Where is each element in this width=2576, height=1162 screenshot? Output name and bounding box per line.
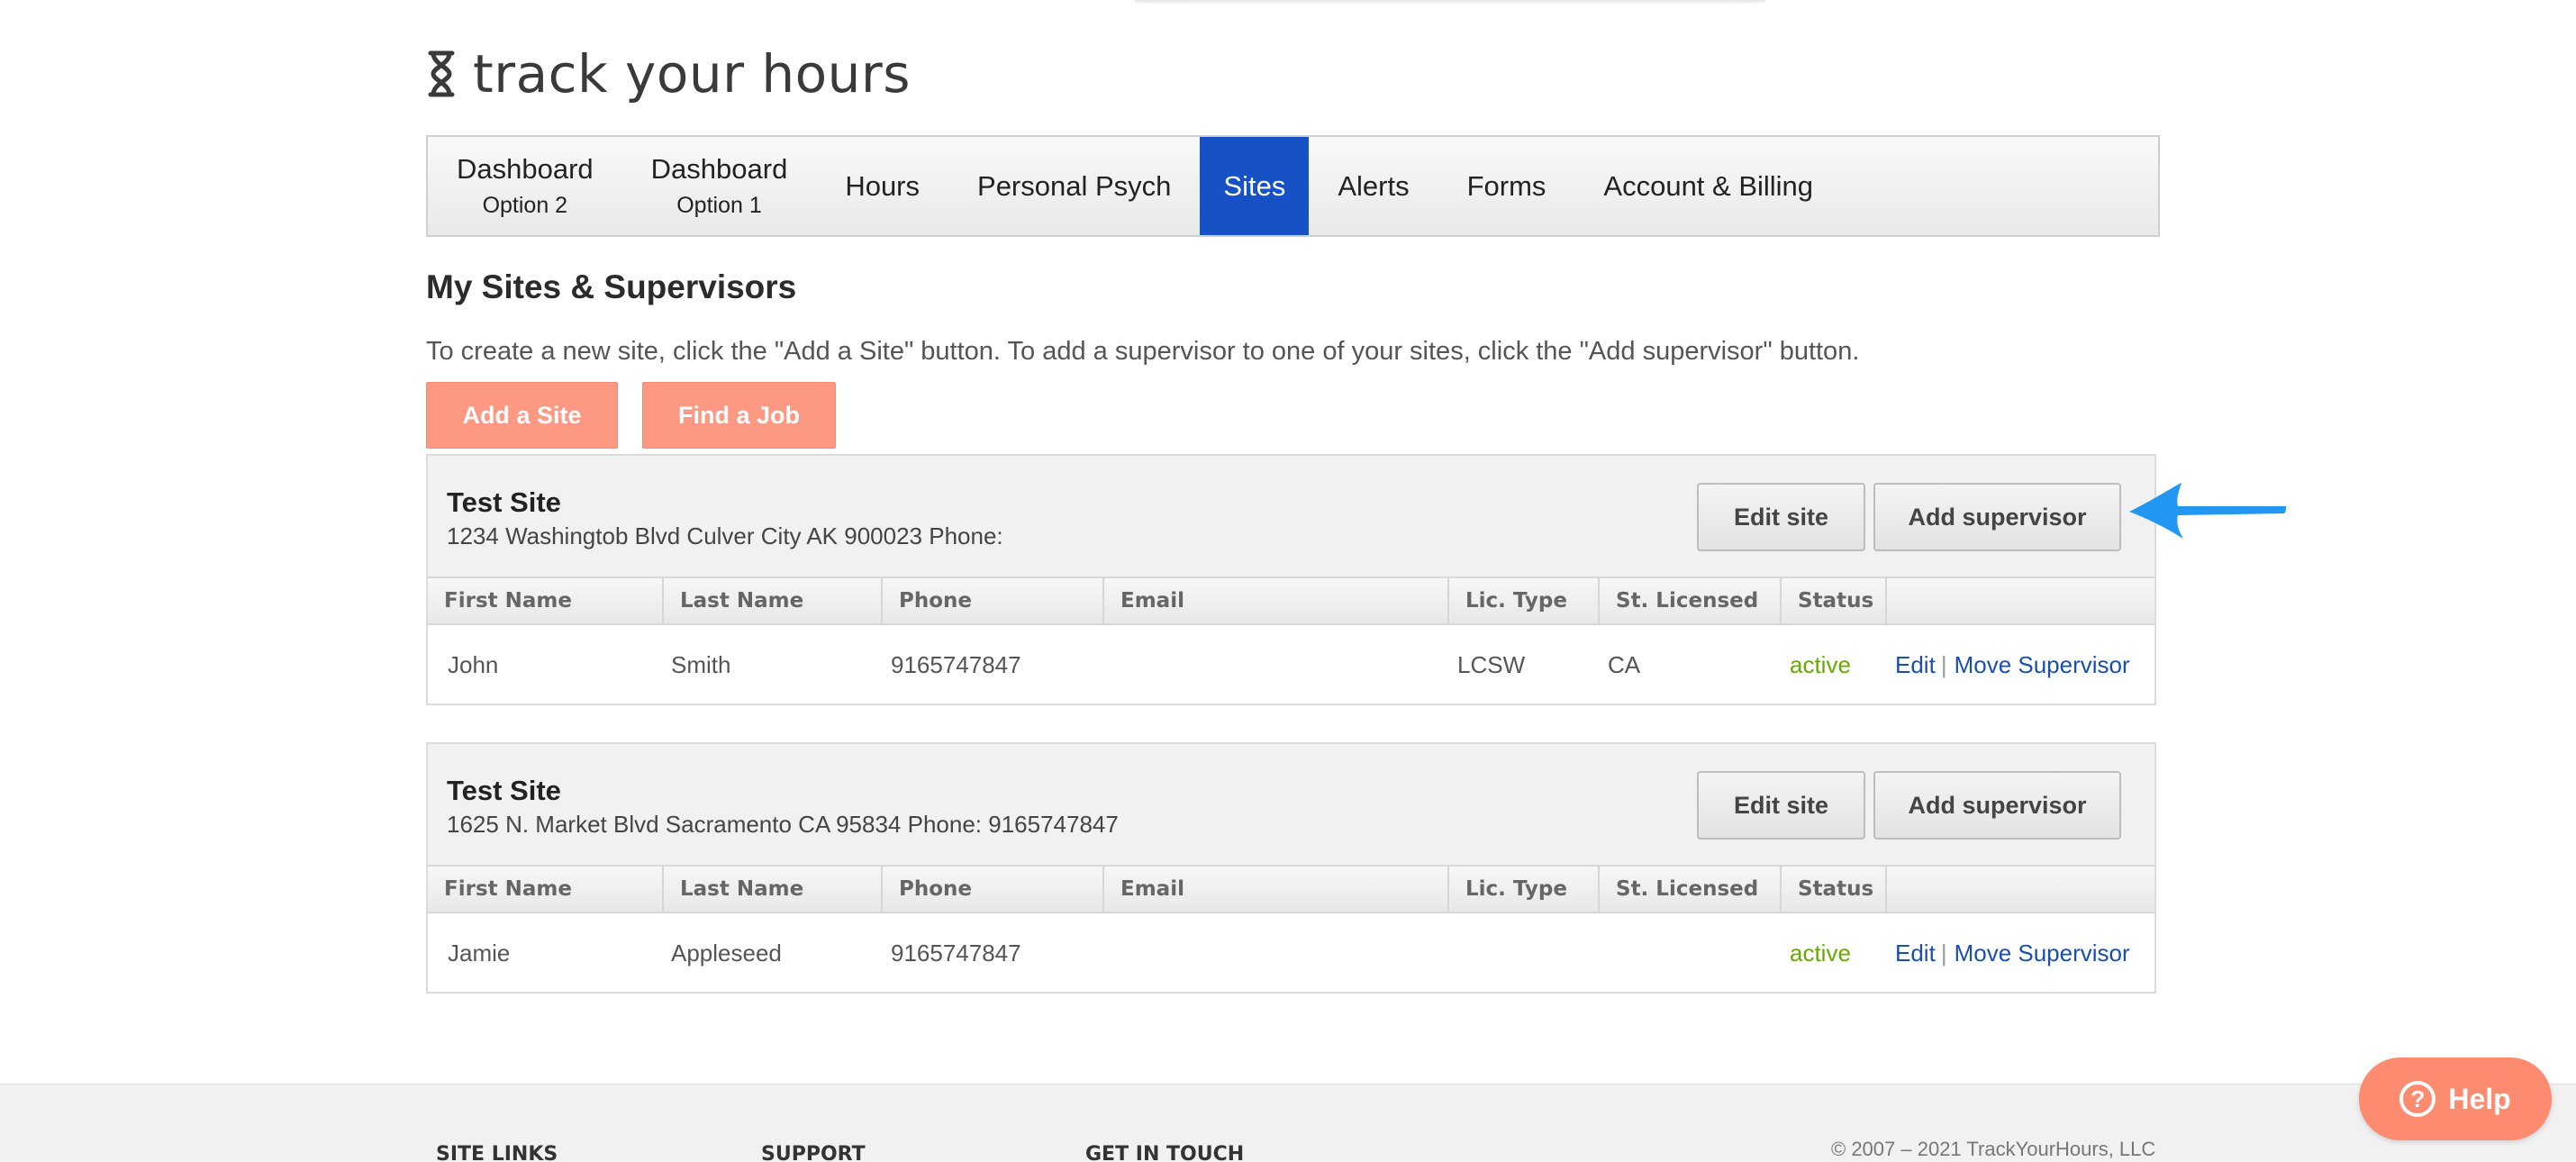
- nav-label: Hours: [845, 169, 921, 202]
- add-supervisor-button[interactable]: Add supervisor: [1873, 483, 2121, 551]
- move-supervisor-link[interactable]: Move Supervisor: [1955, 651, 2130, 678]
- edit-site-button[interactable]: Edit site: [1697, 771, 1865, 840]
- edit-supervisor-link[interactable]: Edit: [1895, 940, 1936, 967]
- footer-site-links-heading: SITE LINKS: [436, 1143, 558, 1162]
- column-first-name: First Name: [428, 867, 664, 912]
- separator: |: [1940, 651, 1947, 678]
- nav-label: Personal Psych: [977, 169, 1172, 202]
- column-lic-type: Lic. Type: [1449, 578, 1600, 623]
- site-card: Test Site 1234 Washingtob Blvd Culver Ci…: [426, 454, 2156, 705]
- nav-label: Dashboard: [650, 153, 788, 185]
- column-last-name: Last Name: [664, 867, 883, 912]
- site-name: Test Site: [447, 775, 561, 806]
- copyright: © 2007 – 2021 TrackYourHours, LLC: [1831, 1138, 2156, 1160]
- cell-first-name: John: [448, 651, 499, 678]
- cell-first-name: Jamie: [448, 940, 511, 967]
- find-job-button[interactable]: Find a Job: [642, 382, 836, 449]
- nav-forms[interactable]: Forms: [1438, 137, 1575, 235]
- status-badge: active: [1790, 940, 1851, 967]
- nav-sublabel: Option 1: [676, 193, 762, 218]
- nav-dashboard-option-1[interactable]: Dashboard Option 1: [622, 137, 817, 235]
- row-actions: Edit | Move Supervisor: [1895, 625, 2130, 704]
- column-phone: Phone: [883, 578, 1104, 623]
- column-email: Email: [1104, 578, 1449, 623]
- site-card: Test Site 1625 N. Market Blvd Sacramento…: [426, 742, 2156, 994]
- question-circle-icon: ?: [2399, 1081, 2436, 1117]
- nav-label: Dashboard: [457, 153, 594, 185]
- move-supervisor-link[interactable]: Move Supervisor: [1955, 940, 2130, 967]
- cell-phone: 9165747847: [891, 651, 1021, 678]
- column-st-licensed: St. Licensed: [1600, 867, 1782, 912]
- edit-supervisor-link[interactable]: Edit: [1895, 651, 1936, 678]
- site-header: Test Site 1234 Washingtob Blvd Culver Ci…: [428, 456, 2154, 578]
- site-address: 1234 Washingtob Blvd Culver City AK 9000…: [447, 522, 1003, 549]
- hourglass-icon: [428, 50, 455, 97]
- table-header: First Name Last Name Phone Email Lic. Ty…: [428, 578, 2154, 625]
- site-header: Test Site 1625 N. Market Blvd Sacramento…: [428, 744, 2154, 867]
- top-shadow: [1135, 0, 1765, 5]
- footer-get-in-touch-heading: GET IN TOUCH: [1085, 1143, 1245, 1162]
- site-address: 1625 N. Market Blvd Sacramento CA 95834 …: [447, 811, 1119, 838]
- cell-phone: 9165747847: [891, 940, 1021, 967]
- help-button[interactable]: ? Help: [2359, 1058, 2552, 1140]
- nav-label: Forms: [1466, 169, 1547, 202]
- page-title: My Sites & Supervisors: [426, 268, 797, 305]
- table-header: First Name Last Name Phone Email Lic. Ty…: [428, 867, 2154, 913]
- table-row: John Smith 9165747847 LCSW CA active Edi…: [428, 625, 2154, 704]
- nav-label: Sites: [1223, 169, 1286, 202]
- nav-sublabel: Option 2: [482, 193, 568, 218]
- column-status: Status: [1782, 578, 1887, 623]
- column-status: Status: [1782, 867, 1887, 912]
- cell-lic-type: LCSW: [1457, 651, 1526, 678]
- nav-label: Alerts: [1338, 169, 1410, 202]
- add-supervisor-button[interactable]: Add supervisor: [1873, 771, 2121, 840]
- column-last-name: Last Name: [664, 578, 883, 623]
- help-label: Help: [2448, 1082, 2511, 1115]
- edit-site-button[interactable]: Edit site: [1697, 483, 1865, 551]
- separator: |: [1940, 940, 1947, 967]
- nav-personal-psych[interactable]: Personal Psych: [948, 137, 1200, 235]
- nav-alerts[interactable]: Alerts: [1309, 137, 1438, 235]
- cell-last-name: Appleseed: [671, 940, 782, 967]
- table-row: Jamie Appleseed 9165747847 active Edit | M…: [428, 913, 2154, 993]
- cell-st-licensed: CA: [1608, 651, 1641, 678]
- nav-hours[interactable]: Hours: [816, 137, 948, 235]
- nav-label: Account & Billing: [1603, 169, 1814, 202]
- footer: SITE LINKS SUPPORT GET IN TOUCH © 2007 –…: [0, 1084, 2576, 1162]
- site-name: Test Site: [447, 486, 561, 518]
- page-intro: To create a new site, click the "Add a S…: [426, 337, 1860, 366]
- column-lic-type: Lic. Type: [1449, 867, 1600, 912]
- brand-logo[interactable]: track your hours: [426, 38, 911, 110]
- cell-last-name: Smith: [671, 651, 731, 678]
- main-nav: Dashboard Option 2 Dashboard Option 1 Ho…: [426, 135, 2160, 237]
- nav-account-billing[interactable]: Account & Billing: [1574, 137, 1842, 235]
- column-first-name: First Name: [428, 578, 664, 623]
- row-actions: Edit | Move Supervisor: [1895, 913, 2130, 993]
- column-email: Email: [1104, 867, 1449, 912]
- column-phone: Phone: [883, 867, 1104, 912]
- add-site-button[interactable]: Add a Site: [426, 382, 618, 449]
- footer-support-heading: SUPPORT: [761, 1143, 866, 1162]
- blue-arrow-icon: [2129, 483, 2286, 539]
- nav-sites[interactable]: Sites: [1200, 137, 1310, 235]
- brand-name: track your hours: [473, 43, 911, 104]
- status-badge: active: [1790, 651, 1851, 678]
- column-st-licensed: St. Licensed: [1600, 578, 1782, 623]
- nav-dashboard-option-2[interactable]: Dashboard Option 2: [428, 137, 622, 235]
